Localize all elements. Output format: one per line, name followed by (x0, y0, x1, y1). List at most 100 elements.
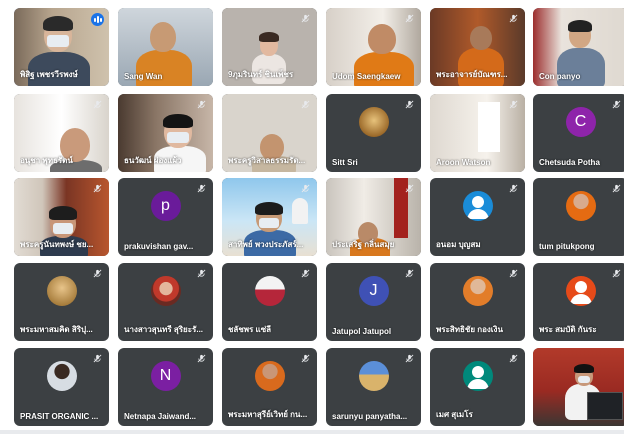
participant-avatar: J (358, 276, 389, 307)
participant-name: พระครูวิสาลธรรมรัต... (228, 156, 306, 165)
mic-off-icon (92, 268, 103, 279)
participant-tile[interactable]: Sang Wan (118, 8, 213, 86)
participant-head (150, 22, 176, 52)
participant-hair (574, 364, 594, 373)
participant-tile[interactable]: ประเสริฐ กลิ่นสมุย (326, 178, 421, 256)
bottom-edge (0, 430, 624, 434)
participant-name: Netnapa Jaiwand... (124, 412, 197, 421)
participant-tile[interactable]: Udom Saengkaew (326, 8, 421, 86)
mic-off-icon (196, 268, 207, 279)
mic-off-icon (508, 268, 519, 279)
participant-tile[interactable]: 9ภุมรินทร์ ชินเพ็ชร (222, 8, 317, 86)
face-mask (53, 223, 73, 234)
participant-hair (43, 16, 73, 32)
mic-off-icon (508, 353, 519, 364)
participant-hair (568, 20, 592, 32)
mic-off-icon (404, 268, 415, 279)
mic-off-icon (300, 353, 311, 364)
mic-off-icon (404, 13, 415, 24)
participant-photo (254, 276, 285, 307)
participant-tile[interactable]: พระสิทธิชัย กองเงิน (430, 263, 525, 341)
participant-name: sarunyu panyatha... (332, 412, 408, 421)
participant-name: Sitt Sri (332, 158, 358, 167)
participant-tile[interactable]: ธนวัฒน์ ผ่องแผ้ว (118, 94, 213, 172)
participant-tile[interactable]: อนอม บุญสม (430, 178, 525, 256)
participant-tile[interactable]: Sitt Sri (326, 94, 421, 172)
participant-name: พระมหาสุรีย์เวิทย์ กน... (228, 410, 308, 419)
mic-off-icon (196, 353, 207, 364)
participant-tile[interactable]: พระ สมบัติ กันระ (533, 263, 624, 341)
participant-tile[interactable]: PRASIT ORGANIC ... (14, 348, 109, 426)
participant-tile[interactable]: พระมหาสุรีย์เวิทย์ กน... (222, 348, 317, 426)
face-mask (47, 35, 69, 47)
participant-name: พิสิฐ เพชรวีรพงษ์ (20, 70, 78, 79)
mic-off-icon (300, 99, 311, 110)
participant-tile[interactable]: พระครูนันทพงษ์ ชย... (14, 178, 109, 256)
participant-avatar: C (565, 107, 596, 138)
participant-tile[interactable]: พระมหาสมคิด สิริปุ... (14, 263, 109, 341)
participant-avatar: N (150, 361, 181, 392)
default-avatar-icon (565, 276, 596, 307)
mic-off-icon (92, 353, 103, 364)
participant-grid: พิสิฐ เพชรวีรพงษ์ Sang Wan 9ภุมรินทร์ ชินเ… (0, 0, 624, 434)
participant-tile[interactable]: sarunyu panyatha... (326, 348, 421, 426)
participant-photo (462, 276, 493, 307)
face-mask (259, 218, 279, 228)
participant-tile[interactable]: เมศ สุเมโร (430, 348, 525, 426)
mic-off-icon (92, 183, 103, 194)
participant-hair (49, 206, 77, 220)
participant-name: ประเสริฐ กลิ่นสมุย (332, 240, 395, 249)
participant-tile[interactable]: อนุชา พุทธรัตน์ (14, 94, 109, 172)
participant-tile[interactable]: N Netnapa Jaiwand... (118, 348, 213, 426)
participant-name: 9ภุมรินทร์ ชินเพ็ชร (228, 70, 294, 79)
mic-off-icon (611, 99, 622, 110)
window-light (478, 102, 500, 152)
participant-name: Sang Wan (124, 72, 163, 81)
mic-off-icon (404, 353, 415, 364)
participant-video (533, 348, 624, 426)
face-mask (578, 376, 590, 383)
participant-name: prakuvishan gav... (124, 242, 194, 251)
participant-tile[interactable]: ชลัชพร แซ่ลี (222, 263, 317, 341)
participant-hair (259, 32, 279, 42)
participant-hair (163, 114, 193, 129)
participant-photo (358, 107, 389, 138)
participant-name: Udom Saengkaew (332, 72, 401, 81)
participant-name: Con panyo (539, 72, 581, 81)
participant-tile[interactable]: tum pitukpong (533, 178, 624, 256)
mic-off-icon (508, 183, 519, 194)
participant-tile[interactable]: สาทิพย์ พวงประภัสร์... (222, 178, 317, 256)
mic-off-icon (92, 99, 103, 110)
participant-tile[interactable]: พระครูวิสาลธรรมรัต... (222, 94, 317, 172)
face-mask (167, 132, 189, 144)
participant-tile[interactable]: p prakuvishan gav... (118, 178, 213, 256)
mic-off-icon (508, 99, 519, 110)
participant-photo (565, 191, 596, 222)
participant-tile[interactable]: C Chetsuda Potha (533, 94, 624, 172)
mic-off-icon (611, 183, 622, 194)
mic-off-icon (300, 183, 311, 194)
participant-tile[interactable]: พิสิฐ เพชรวีรพงษ์ (14, 8, 109, 86)
participant-tile[interactable] (533, 348, 624, 426)
mic-off-icon (300, 13, 311, 24)
mic-off-icon (611, 268, 622, 279)
participant-tile[interactable]: J Jatupol Jatupol (326, 263, 421, 341)
participant-tile[interactable]: Aroon Watson (430, 94, 525, 172)
participant-tile[interactable]: Con panyo (533, 8, 624, 86)
mic-off-icon (404, 99, 415, 110)
mic-off-icon (196, 99, 207, 110)
projection-screen (587, 392, 623, 420)
participant-tile[interactable]: นางสาวสุนทรี สุริยะรั... (118, 263, 213, 341)
participant-photo (358, 361, 389, 392)
participant-name: พระมหาสมคิด สิริปุ... (20, 325, 93, 334)
default-avatar-icon (462, 361, 493, 392)
participant-name: นางสาวสุนทรี สุริยะรั... (124, 325, 204, 334)
participant-name: ธนวัฒน์ ผ่องแผ้ว (124, 156, 182, 165)
participant-name: Aroon Watson (436, 158, 491, 167)
mic-off-icon (196, 183, 207, 194)
participant-tile[interactable]: พระอาจารย์บัณฑร... (430, 8, 525, 86)
participant-photo (46, 276, 77, 307)
participant-hair (255, 202, 283, 215)
participant-name: เมศ สุเมโร (436, 410, 473, 419)
mic-off-icon (508, 13, 519, 24)
